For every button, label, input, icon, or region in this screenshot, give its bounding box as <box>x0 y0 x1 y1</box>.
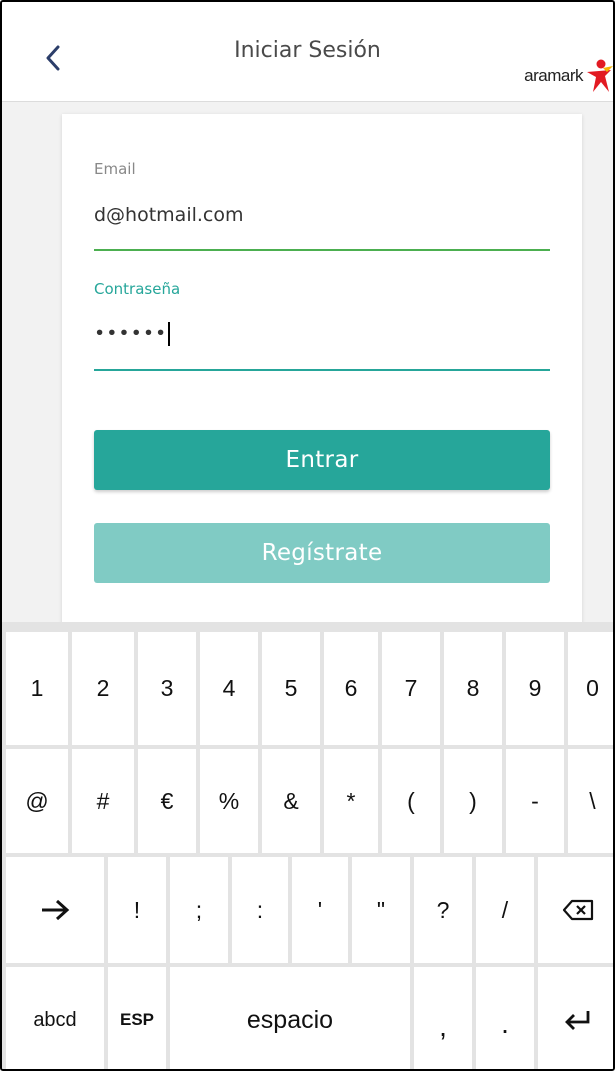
app-header: Iniciar Sesión aramark <box>2 2 613 102</box>
key-quote[interactable]: " <box>352 857 410 963</box>
login-card: Email d@hotmail.com Contraseña •••••• En… <box>62 114 582 634</box>
key-euro[interactable]: € <box>138 749 196 853</box>
key-asterisk[interactable]: * <box>324 749 378 853</box>
key-4[interactable]: 4 <box>200 632 258 745</box>
password-field[interactable]: •••••• <box>94 322 171 346</box>
logo-text: aramark <box>524 66 583 85</box>
key-hyphen[interactable]: - <box>506 749 564 853</box>
key-tab[interactable] <box>6 857 104 963</box>
page-title: Iniciar Sesión <box>234 38 381 63</box>
key-6[interactable]: 6 <box>324 632 378 745</box>
key-backspace[interactable] <box>538 857 613 963</box>
email-label: Email <box>94 160 136 178</box>
key-9[interactable]: 9 <box>506 632 564 745</box>
key-language[interactable]: ESP <box>108 967 166 1069</box>
key-exclamation[interactable]: ! <box>108 857 166 963</box>
login-button[interactable]: Entrar <box>94 430 550 490</box>
backspace-icon <box>562 899 593 921</box>
key-abcd[interactable]: abcd <box>6 967 104 1069</box>
key-semicolon[interactable]: ; <box>170 857 228 963</box>
email-field[interactable]: d@hotmail.com <box>94 204 244 226</box>
on-screen-keyboard: 1 2 3 4 5 6 7 8 9 0 @ # € % & * ( ) - \ … <box>2 622 613 1069</box>
enter-icon <box>564 1011 589 1030</box>
key-hash[interactable]: # <box>72 749 134 853</box>
key-space[interactable]: espacio <box>170 967 410 1069</box>
text-cursor <box>168 322 171 346</box>
key-0[interactable]: 0 <box>568 632 613 745</box>
key-enter[interactable] <box>538 967 613 1069</box>
key-2[interactable]: 2 <box>72 632 134 745</box>
key-colon[interactable]: : <box>232 857 288 963</box>
key-open-paren[interactable]: ( <box>382 749 440 853</box>
aramark-star-icon <box>587 59 613 92</box>
key-at[interactable]: @ <box>6 749 68 853</box>
key-close-paren[interactable]: ) <box>444 749 502 853</box>
key-8[interactable]: 8 <box>444 632 502 745</box>
key-7[interactable]: 7 <box>382 632 440 745</box>
login-screen: Iniciar Sesión aramark Email d@hotmail.c… <box>0 0 615 1071</box>
password-label: Contraseña <box>94 280 181 298</box>
register-button[interactable]: Regístrate <box>94 523 550 583</box>
key-period[interactable]: . <box>476 967 534 1069</box>
email-underline <box>94 249 550 251</box>
key-backslash[interactable]: \ <box>568 749 613 853</box>
arrow-right-icon <box>42 899 70 921</box>
key-comma[interactable]: , <box>414 967 472 1069</box>
key-question[interactable]: ? <box>414 857 472 963</box>
key-1[interactable]: 1 <box>6 632 68 745</box>
password-underline <box>94 369 550 371</box>
key-slash[interactable]: / <box>476 857 534 963</box>
key-ampersand[interactable]: & <box>262 749 320 853</box>
key-apostrophe[interactable]: ' <box>292 857 348 963</box>
password-dots: •••••• <box>94 322 168 345</box>
key-5[interactable]: 5 <box>262 632 320 745</box>
key-3[interactable]: 3 <box>138 632 196 745</box>
key-percent[interactable]: % <box>200 749 258 853</box>
aramark-logo: aramark <box>524 58 613 94</box>
